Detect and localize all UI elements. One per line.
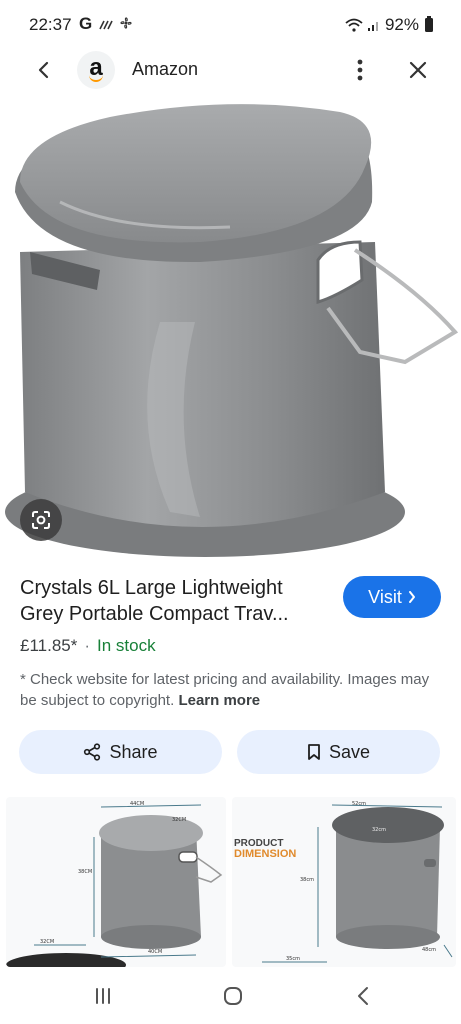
dim-label-f: 52cm bbox=[352, 801, 366, 807]
source-name: Amazon bbox=[132, 59, 199, 79]
amazon-logo: a bbox=[77, 51, 115, 89]
notification-icons bbox=[99, 16, 133, 33]
status-time: 22:37 bbox=[29, 15, 72, 34]
dim-label-b: 32CM bbox=[172, 817, 186, 823]
product-title-line-2: Grey Portable Compact Trav... bbox=[20, 603, 289, 625]
system-back-button[interactable] bbox=[348, 981, 378, 1011]
cell-signal-icon bbox=[367, 22, 378, 31]
product-title-line-1: Crystals 6L Large Lightweight bbox=[20, 577, 283, 599]
more-vert-icon bbox=[357, 59, 363, 81]
portable-toilet-image bbox=[5, 104, 459, 557]
recents-button[interactable] bbox=[88, 981, 118, 1011]
system-nav-bar bbox=[0, 967, 461, 1024]
related-image-1[interactable]: 44CM 32CM 38CM 40CM 32CM bbox=[6, 797, 226, 967]
dim-label-e: 32CM bbox=[40, 939, 54, 945]
learn-more-link[interactable]: Learn more bbox=[178, 692, 260, 709]
bookmark-icon bbox=[308, 744, 320, 760]
signal-slash-icon bbox=[99, 20, 113, 30]
dim-label-j: 48cm bbox=[422, 947, 436, 953]
battery-percentage: 92% bbox=[384, 15, 419, 34]
product-dimension-label: PRODUCT DIMENSION bbox=[234, 838, 296, 860]
dim-label-i: 38cm bbox=[300, 877, 314, 883]
google-g-icon: G bbox=[79, 14, 93, 33]
price: £11.85* bbox=[20, 636, 78, 655]
stock-status: In stock bbox=[97, 636, 156, 655]
dim-label-c: 38CM bbox=[78, 869, 92, 875]
chevron-right-icon bbox=[408, 591, 415, 603]
lens-icon bbox=[32, 511, 50, 529]
price-row: £11.85* · In stock bbox=[20, 636, 156, 656]
status-right: 92% bbox=[345, 15, 433, 35]
product-image[interactable] bbox=[0, 92, 461, 562]
share-label: Share bbox=[109, 741, 158, 762]
dimension-line-2: DIMENSION bbox=[234, 848, 297, 860]
dim-label-g: 32cm bbox=[372, 827, 386, 833]
visit-button[interactable]: Visit bbox=[343, 576, 441, 618]
fan-icon bbox=[120, 17, 132, 29]
save-label: Save bbox=[328, 741, 371, 762]
toilet-side-image: 52cm 32cm 35cm 38cm 48cm bbox=[262, 801, 453, 963]
separator-dot: · bbox=[84, 636, 91, 655]
home-button[interactable] bbox=[218, 981, 248, 1011]
close-button[interactable] bbox=[404, 56, 432, 84]
back-chevron-icon bbox=[358, 987, 368, 1005]
chevron-left-icon bbox=[38, 61, 49, 79]
product-title: Crystals 6L Large Lightweight Grey Porta… bbox=[20, 575, 325, 627]
dim-label-h: 35cm bbox=[286, 956, 300, 962]
save-button[interactable]: Save bbox=[237, 730, 440, 774]
dim-label-d: 40CM bbox=[148, 949, 162, 955]
app-bar: a Amazon bbox=[0, 50, 461, 90]
back-button[interactable] bbox=[30, 56, 58, 84]
share-icon bbox=[84, 743, 101, 761]
recents-icon bbox=[96, 988, 110, 1004]
visit-label: Visit bbox=[368, 586, 402, 607]
related-image-2[interactable]: 52cm 32cm 35cm 38cm 48cm PRODUCT DIMENSI… bbox=[232, 797, 456, 967]
share-button[interactable]: Share bbox=[19, 730, 222, 774]
wifi-icon bbox=[345, 18, 363, 32]
home-icon bbox=[224, 987, 242, 1005]
lens-search-button[interactable] bbox=[20, 499, 62, 541]
battery-icon bbox=[425, 16, 433, 32]
dim-label-a: 44CM bbox=[130, 801, 144, 807]
more-options-button[interactable] bbox=[348, 55, 372, 85]
status-bar: 22:37 G 92% bbox=[0, 0, 461, 50]
toilet-dimensions-image: 44CM 32CM 38CM 40CM 32CM bbox=[6, 801, 223, 967]
disclaimer: * Check website for latest pricing and a… bbox=[20, 669, 440, 711]
close-icon bbox=[409, 61, 427, 79]
